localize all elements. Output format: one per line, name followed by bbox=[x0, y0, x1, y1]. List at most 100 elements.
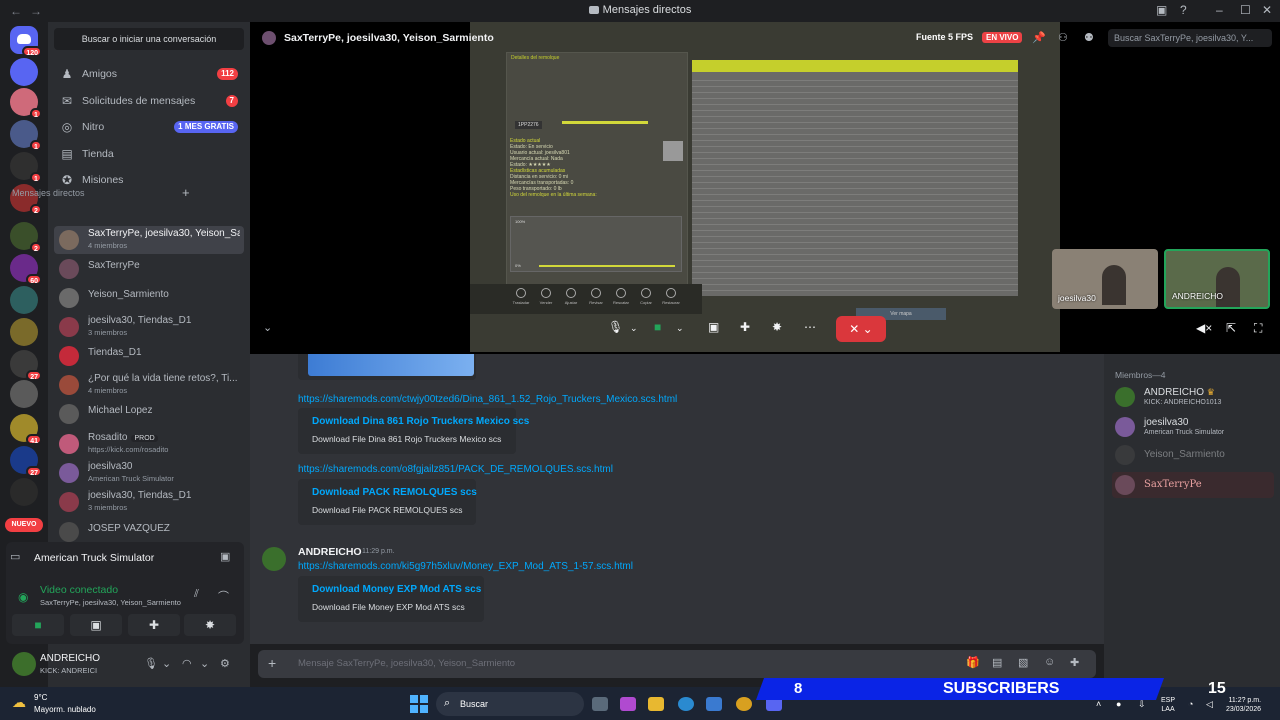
chrome-icon[interactable] bbox=[736, 697, 752, 711]
soundboard-icon[interactable]: ✸ bbox=[772, 320, 782, 334]
gif-icon[interactable]: ▤ bbox=[992, 656, 1002, 669]
attach-plus-icon[interactable]: + bbox=[268, 655, 276, 671]
sidebar-item-1[interactable]: ♟ Amigos 112 bbox=[54, 62, 244, 86]
end-call-button[interactable]: ✕ ⌄ bbox=[836, 316, 886, 342]
server-icon[interactable]: 41 bbox=[10, 414, 42, 445]
server-icon[interactable] bbox=[10, 478, 38, 506]
camera-icon[interactable]: ■ bbox=[654, 320, 661, 334]
member-item[interactable]: SaxTerryPe bbox=[1112, 472, 1274, 498]
embed-image[interactable] bbox=[308, 354, 474, 376]
server-icon[interactable] bbox=[10, 318, 38, 346]
chevron-down-icon[interactable]: ⌄ bbox=[263, 321, 272, 334]
create-dm-icon[interactable]: + bbox=[182, 185, 190, 200]
maximize-icon[interactable]: ☐ bbox=[1240, 3, 1251, 17]
dm-item[interactable]: joesilva30 American Truck Simulator bbox=[54, 459, 244, 487]
microphone-icon[interactable]: 🎙 bbox=[608, 320, 623, 334]
message-link[interactable]: https://sharemods.com/ctwjy00tzed6/Dina_… bbox=[298, 394, 677, 405]
server-icon[interactable]: 1 bbox=[10, 152, 42, 183]
avatar[interactable] bbox=[262, 547, 286, 571]
activity-settings-icon[interactable]: ▣ bbox=[220, 550, 234, 564]
close-icon[interactable]: ✕ bbox=[1262, 3, 1272, 17]
embed-title[interactable]: Download Money EXP Mod ATS scs bbox=[312, 584, 481, 595]
dm-item[interactable]: SaxTerryPe bbox=[54, 255, 244, 283]
start-button[interactable] bbox=[410, 695, 428, 713]
volume-mute-icon[interactable]: ◀× bbox=[1196, 321, 1212, 335]
screen-share-button[interactable]: ▣ bbox=[70, 614, 122, 636]
server-icon[interactable]: 1 bbox=[10, 88, 42, 119]
user-panel[interactable]: ANDREICHO KICK: ANDREICI 🎙 ⌄ ◠ ⌄ ⚙ bbox=[6, 648, 244, 682]
chevron-down-icon[interactable]: ⌄ bbox=[200, 657, 209, 670]
server-icon[interactable]: 27 bbox=[10, 446, 42, 477]
store-icon[interactable] bbox=[706, 697, 722, 711]
wifi-icon[interactable]: ◔ bbox=[1188, 699, 1193, 709]
gift-icon[interactable]: 🎁 bbox=[966, 656, 980, 669]
home-button[interactable]: 120 bbox=[10, 26, 42, 57]
avatar[interactable] bbox=[12, 652, 36, 676]
dm-item[interactable]: Yeison_Sarmiento bbox=[54, 284, 244, 312]
dm-item[interactable]: joesilva30, Tiendas_D1 3 miembros bbox=[54, 313, 244, 341]
search-input[interactable]: Buscar SaxTerryPe, joesilva30, Y... bbox=[1108, 29, 1272, 47]
message-author[interactable]: ANDREICHO bbox=[298, 546, 362, 558]
headphones-icon[interactable]: ◠ bbox=[182, 657, 192, 670]
activity-row[interactable]: ▭ American Truck Simulator ▣ bbox=[6, 546, 240, 570]
search-conversation-button[interactable]: Buscar o iniciar una conversación bbox=[54, 28, 244, 50]
emoji-icon[interactable]: ☺ bbox=[1044, 656, 1055, 668]
dm-item[interactable]: Tiendas_D1 bbox=[54, 342, 244, 370]
embed-title[interactable]: Download Dina 861 Rojo Truckers Mexico s… bbox=[312, 416, 529, 427]
popout-icon[interactable]: ⇱ bbox=[1226, 321, 1236, 335]
file-explorer-icon[interactable] bbox=[648, 697, 664, 711]
member-item[interactable]: Yeison_Sarmiento bbox=[1112, 442, 1274, 468]
participant-camera[interactable]: joesilva30 bbox=[1052, 249, 1158, 309]
server-icon[interactable]: 60 bbox=[10, 254, 42, 285]
participant-camera[interactable]: ANDREICHO bbox=[1164, 249, 1270, 309]
server-icon[interactable] bbox=[10, 58, 38, 86]
add-friend-icon[interactable]: ⚇ bbox=[1058, 31, 1068, 44]
server-icon[interactable] bbox=[10, 286, 38, 314]
edge-icon[interactable] bbox=[678, 697, 694, 711]
members-icon[interactable]: ⚉ bbox=[1084, 31, 1094, 44]
usb-icon[interactable]: ⇩ bbox=[1138, 699, 1146, 710]
copilot-icon[interactable] bbox=[620, 697, 636, 711]
language-indicator[interactable]: ESP LAA bbox=[1161, 696, 1175, 714]
activities-icon[interactable]: ✚ bbox=[740, 320, 750, 334]
disconnect-icon[interactable]: ⌒ bbox=[218, 588, 229, 604]
inbox-icon[interactable]: ▣ bbox=[1156, 3, 1167, 17]
screen-share-icon[interactable]: ▣ bbox=[708, 320, 719, 334]
chevron-down-icon[interactable]: ⌄ bbox=[676, 323, 684, 334]
task-view-icon[interactable] bbox=[592, 697, 608, 711]
gear-icon[interactable]: ⚙ bbox=[220, 657, 230, 670]
chevron-up-icon[interactable]: ˄ bbox=[1096, 699, 1101, 709]
minimize-icon[interactable]: – bbox=[1216, 3, 1223, 17]
chevron-down-icon[interactable]: ⌄ bbox=[162, 657, 171, 670]
app-tray-icon[interactable]: ● bbox=[1116, 699, 1121, 709]
dm-item[interactable]: joesilva30, Tiendas_D1 3 miembros bbox=[54, 488, 244, 516]
soundboard-button[interactable]: ✸ bbox=[184, 614, 236, 636]
noise-suppression-icon[interactable]: ⫽ bbox=[194, 588, 199, 601]
server-icon[interactable]: 2 bbox=[10, 222, 42, 253]
server-icon[interactable]: 27 bbox=[10, 350, 42, 381]
microphone-icon[interactable]: 🎙 bbox=[144, 657, 158, 670]
dm-item[interactable]: ¿Por qué la vida tiene retos?, Ti... 4 mi… bbox=[54, 371, 244, 399]
dm-item[interactable]: Michael Lopez bbox=[54, 400, 244, 428]
dm-item[interactable]: Rosadito PROD https://kick.com/rosadito bbox=[54, 430, 244, 458]
fullscreen-icon[interactable]: ⛶ bbox=[1254, 321, 1262, 336]
pin-icon[interactable]: 📌 bbox=[1032, 31, 1046, 44]
sidebar-item-2[interactable]: ✉ Solicitudes de mensajes 7 bbox=[54, 89, 244, 113]
message-link[interactable]: https://sharemods.com/ki5g97h5xluv/Money… bbox=[298, 561, 633, 572]
screen-share-view[interactable]: Detalles del remolque 1PP2276 Estado act… bbox=[470, 22, 1060, 352]
server-icon[interactable] bbox=[10, 380, 38, 408]
server-icon[interactable]: 1 bbox=[10, 120, 42, 151]
message-link[interactable]: https://sharemods.com/o8fgjailz851/PACK_… bbox=[298, 464, 613, 475]
camera-button[interactable]: ■ bbox=[12, 614, 64, 636]
clock[interactable]: 11:2? p.m. 23/03/2026 bbox=[1226, 696, 1261, 714]
sidebar-item-3[interactable]: ◎ Nitro 1 MES GRATIS bbox=[54, 115, 244, 139]
member-item[interactable]: ANDREICHO ♛ KICK: ANDREICHO1013 bbox=[1112, 384, 1274, 410]
taskbar-search[interactable]: ⌕ Buscar bbox=[436, 692, 584, 716]
help-icon[interactable]: ? bbox=[1180, 3, 1187, 17]
dm-item[interactable]: SaxTerryPe, joesilva30, Yeison_Sarmiento… bbox=[54, 226, 244, 254]
member-item[interactable]: joesilva30 American Truck Simulator bbox=[1112, 414, 1274, 440]
weather-icon[interactable]: ☁ bbox=[12, 694, 26, 711]
activities-button[interactable]: ✚ bbox=[128, 614, 180, 636]
embed-title[interactable]: Download PACK REMOLQUES scs bbox=[312, 487, 477, 498]
sticker-icon[interactable]: ▧ bbox=[1018, 656, 1028, 669]
